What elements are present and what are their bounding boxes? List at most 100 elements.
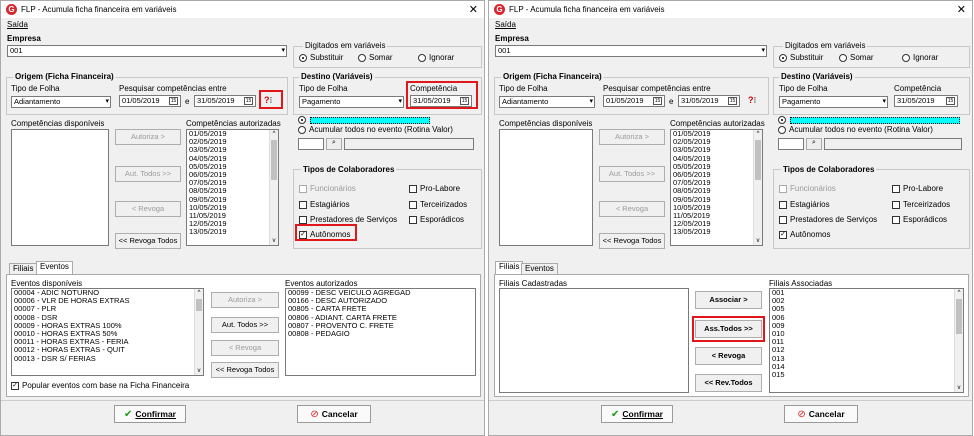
list-item[interactable]: 005 [772,305,963,313]
comp-disp-list[interactable] [499,129,593,246]
list-item[interactable]: 00013 - DSR S/ FERIAS [14,354,203,363]
data-inicio-input[interactable]: 01/05/2019 15 [603,95,665,107]
evento-code-input[interactable] [778,138,804,150]
comp-aut-list[interactable]: 01/05/2019 02/05/2019 03/05/2019 04/05/2019… [186,129,279,246]
revoga-todos-button[interactable]: << Revoga Todos [599,233,665,249]
chk-estagiarios[interactable]: Estagiários [299,200,350,209]
ev-autoriza-button[interactable]: Autoriza > [211,292,279,308]
list-item[interactable]: 011 [772,338,963,346]
comp-disp-list[interactable] [11,129,109,246]
origem-label: Origem (Ficha Financeira) [13,72,116,81]
scrollbar[interactable]: ^ v [269,130,278,245]
autoriza-button[interactable]: Autoriza > [599,129,665,145]
radio-acumular[interactable]: Acumular todos no evento (Rotina Valor) [778,125,933,134]
chk-terceirizados[interactable]: Terceirizados [409,200,467,209]
calendar-icon[interactable]: 15 [169,97,178,105]
binoculars-icon[interactable]: ⌕ [806,138,822,150]
cancelar-button[interactable]: ⊘ Cancelar [297,405,371,423]
destino-tipo-select[interactable]: Pagamento [299,96,404,108]
chk-pro-labore[interactable]: Pro-Labore [892,184,943,193]
ev-revoga-todos-button[interactable]: << Revoga Todos [211,362,279,378]
comp-aut-list[interactable]: 01/05/2019 02/05/2019 03/05/2019 04/05/2019… [670,129,763,246]
origem-tipo-select[interactable]: Adiantamento [11,96,111,108]
data-fim-input[interactable]: 31/05/2019 15 [678,95,740,107]
list-item[interactable]: 002 [772,296,963,305]
radio-somar[interactable]: Somar [839,53,874,62]
scrollbar[interactable]: ^ v [753,130,762,245]
radio-evento[interactable] [298,115,309,124]
chk-estagiarios[interactable]: Estagiários [779,200,830,209]
chk-autonomos[interactable]: ✓ Autônomos [779,230,830,239]
chk-popular[interactable]: ✓ Popular eventos com base na Ficha Finan… [11,381,189,390]
chk-funcionarios[interactable]: Funcionários [779,184,836,193]
list-item[interactable]: 006 [772,313,963,322]
revoga-button[interactable]: < Revoga [115,201,181,217]
aut-todos-button[interactable]: Aut. Todos >> [599,166,665,182]
close-icon[interactable]: ✕ [469,3,478,16]
list-item[interactable]: 13/05/2019 [673,228,762,236]
evento-field[interactable] [310,117,430,124]
confirmar-button[interactable]: ✔ Confirmar [601,405,673,423]
list-item[interactable]: 015 [772,370,963,379]
radio-ignorar[interactable]: Ignorar [902,53,938,62]
chk-terceirizados[interactable]: Terceirizados [892,200,950,209]
chk-esporadicos[interactable]: Esporádicos [892,215,947,224]
list-item[interactable]: 001 [772,289,963,297]
scrollbar[interactable]: ^ v [194,289,203,375]
eventos-aut-list[interactable]: 00099 - DESC VEICULO AGREGAD 00166 - DESC… [285,288,476,376]
radio-evento[interactable] [778,115,789,124]
cancelar-button[interactable]: ⊘ Cancelar [784,405,858,423]
calendar-icon[interactable]: 15 [244,97,253,105]
radio-acumular[interactable]: Acumular todos no evento (Rotina Valor) [298,125,453,134]
calendar-icon[interactable]: 15 [946,97,955,105]
chk-esporadicos[interactable]: Esporádicos [409,215,464,224]
menu-saida[interactable]: Saída [495,20,516,29]
filiais-cad-list[interactable] [499,288,689,393]
empresa-select[interactable]: 001 [7,45,287,57]
origem-tipo-select[interactable]: Adiantamento [499,96,595,108]
list-item[interactable]: 13/05/2019 [189,228,278,236]
data-inicio-input[interactable]: 01/05/2019 15 [119,95,181,107]
data-fim-input[interactable]: 31/05/2019 15 [194,95,256,107]
radio-substituir[interactable]: Substituir [779,53,823,62]
tab-filiais[interactable]: Filiais [495,261,524,275]
evento-field[interactable] [790,117,960,124]
scrollbar[interactable]: ^ v [954,289,963,392]
rev-todos-button[interactable]: << Rev.Todos [695,374,762,392]
confirmar-button[interactable]: ✔ Confirmar [114,405,186,423]
binoculars-icon[interactable]: ⌕ [326,138,342,150]
autoriza-button[interactable]: Autoriza > [115,129,181,145]
radio-substituir[interactable]: Substituir [299,53,343,62]
list-item[interactable]: 010 [772,329,963,338]
radio-somar[interactable]: Somar [358,53,393,62]
empresa-select[interactable]: 001 [495,45,767,57]
chk-funcionarios[interactable]: Funcionários [299,184,356,193]
destino-tipo-select[interactable]: Pagamento [779,96,888,108]
list-item[interactable]: 012 [772,346,963,354]
associar-button[interactable]: Associar > [695,291,762,309]
calendar-icon[interactable]: 15 [728,97,737,105]
close-icon[interactable]: ✕ [957,3,966,16]
ev-revoga-button[interactable]: < Revoga [211,340,279,356]
list-item[interactable]: 013 [772,354,963,363]
chk-pro-labore[interactable]: Pro-Labore [409,184,460,193]
eventos-disp-list[interactable]: 00004 - ADIC NOTURNO 00006 - VLR DE HORAS… [11,288,204,376]
calendar-icon[interactable]: 15 [653,97,662,105]
radio-ignorar[interactable]: Ignorar [418,53,454,62]
list-item[interactable]: 00808 - PEDAGIO [288,329,475,338]
menu-saida[interactable]: Saída [7,20,28,29]
revoga-button[interactable]: < Revoga [599,201,665,217]
aut-todos-button[interactable]: Aut. Todos >> [115,166,181,182]
tab-eventos[interactable]: Eventos [36,261,73,275]
evento-code-input[interactable] [298,138,324,150]
competencia-input[interactable]: 31/05/2019 15 [894,95,958,107]
ev-revoga-button[interactable]: < Revoga [695,347,762,365]
list-item[interactable]: 009 [772,321,963,330]
help-icon[interactable]: ?⁝ [748,95,756,106]
ev-aut-todos-button[interactable]: Aut. Todos >> [211,317,279,333]
list-item[interactable]: 014 [772,362,963,371]
chk-prestadores[interactable]: Prestadores de Serviços [299,215,397,224]
revoga-todos-button[interactable]: << Revoga Todos [115,233,181,249]
chk-prestadores[interactable]: Prestadores de Serviços [779,215,877,224]
filiais-assoc-list[interactable]: 001 002 005 006 009 010 011 012 013 014 015 ^ v [769,288,964,393]
